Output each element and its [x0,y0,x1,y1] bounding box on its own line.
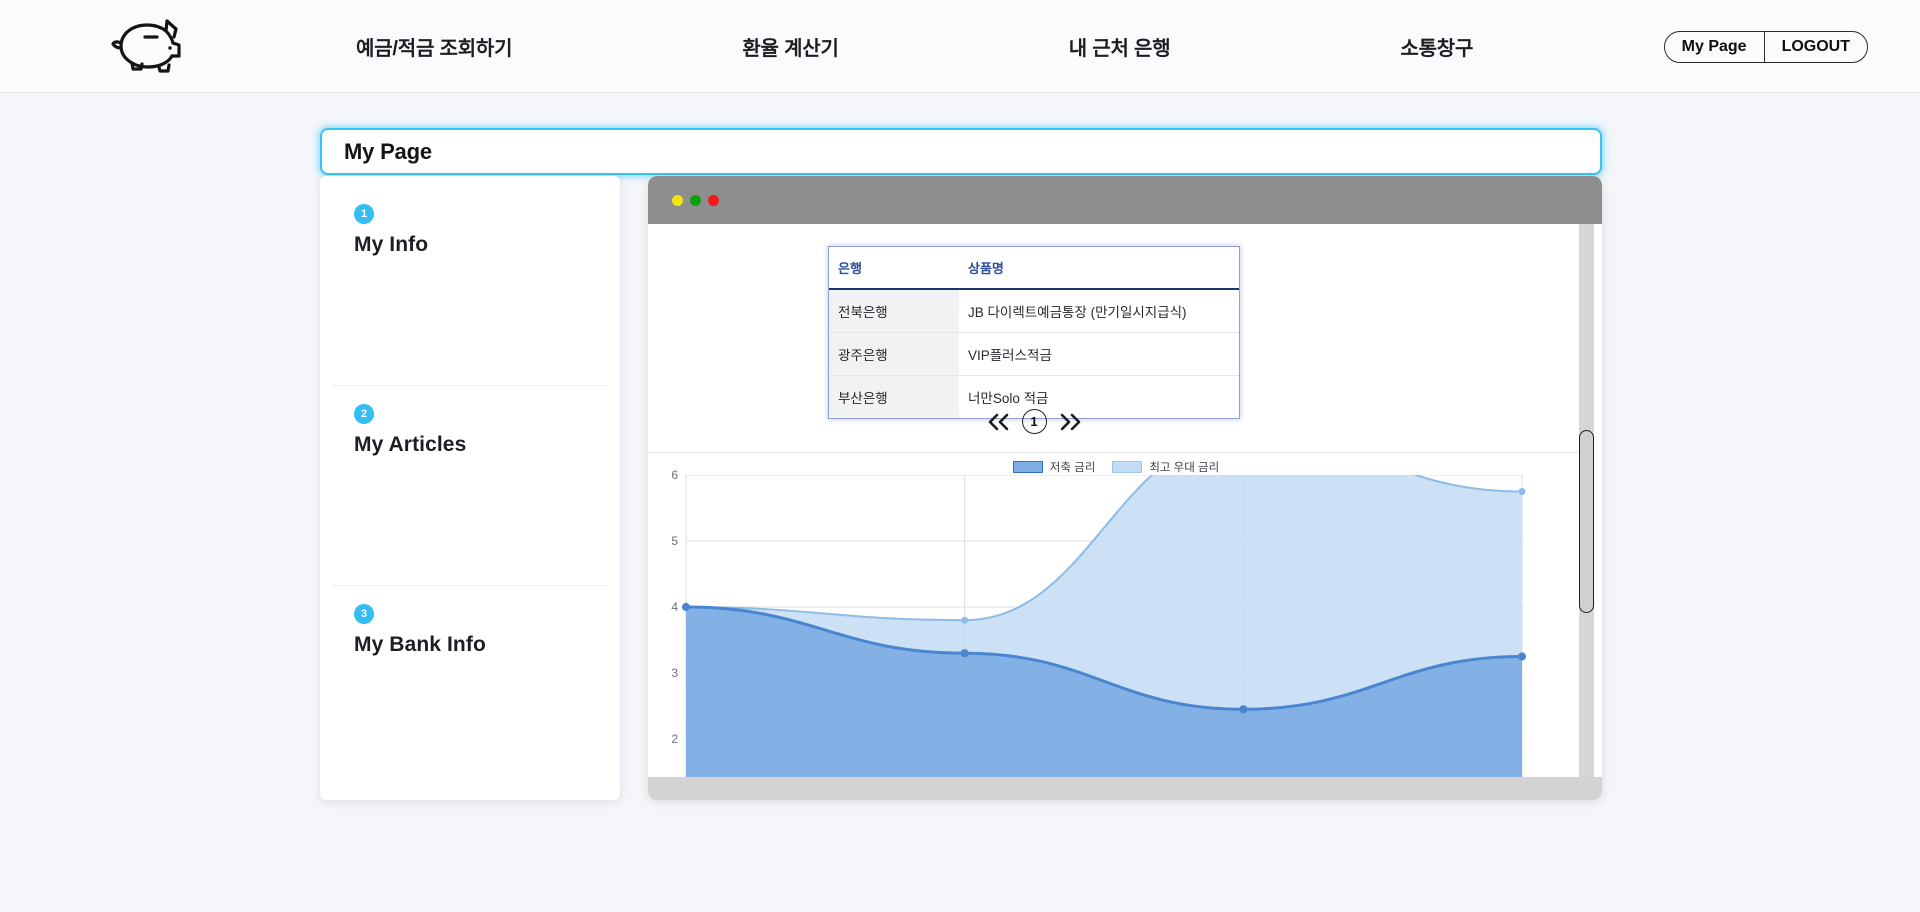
products-table: 은행 상품명 전북은행 JB 다이렉트예금통장 (만기일시지급식) 광주은행 V… [829,247,1239,418]
y-tick-label: 6 [671,468,678,482]
cell-bank: 전북은행 [829,289,959,333]
y-tick-label: 5 [671,534,678,548]
nav-link-exchange-calculator[interactable]: 환율 계산기 [742,32,839,61]
content-panel: 은행 상품명 전북은행 JB 다이렉트예금통장 (만기일시지급식) 광주은행 V… [648,176,1602,800]
top-navigation-bar: 예금/적금 조회하기 환율 계산기 내 근처 은행 소통창구 My Page L… [0,0,1920,93]
y-tick-label: 3 [671,666,678,680]
y-tick-label: 2 [671,732,678,746]
sidebar-item-my-bank-info[interactable]: 3 My Bank Info [332,586,608,786]
sidebar-item-my-articles[interactable]: 2 My Articles [332,386,608,586]
nav-link-community[interactable]: 소통창구 [1400,32,1473,61]
chart-plot-area: 6 5 4 3 2 [648,431,1584,777]
page-title-bar: My Page [320,128,1602,175]
panel-footer-bar [648,777,1602,800]
chart-svg [681,431,1527,777]
panel-vertical-scrollbar-thumb[interactable] [1579,430,1594,613]
panel-window-chrome [648,176,1602,224]
table-row[interactable]: 광주은행 VIP플러스적금 [829,332,1239,376]
double-chevron-left-icon[interactable] [985,411,1013,433]
page-title: My Page [344,138,432,164]
legend-item-savings[interactable]: 저축 금리 [1012,459,1096,475]
table-row[interactable]: 전북은행 JB 다이렉트예금통장 (만기일시지급식) [829,289,1239,333]
double-chevron-right-icon[interactable] [1056,411,1084,433]
products-table-container: 은행 상품명 전북은행 JB 다이렉트예금통장 (만기일시지급식) 광주은행 V… [828,246,1240,419]
table-header-bank: 은행 [829,247,959,290]
legend-label: 최고 우대 금리 [1149,462,1220,474]
nav-links: 예금/적금 조회하기 환율 계산기 내 근처 은행 소통창구 [300,0,1600,93]
my-page-button[interactable]: My Page [1665,32,1764,62]
sidebar-badge-1: 1 [354,204,374,224]
sidebar-item-label: My Bank Info [354,633,486,656]
sidebar-item-label: My Info [354,233,429,256]
window-minimize-dot-icon[interactable] [672,195,683,206]
sidebar-item-my-info[interactable]: 1 My Info [332,186,608,386]
sidebar-badge-2: 2 [354,404,374,424]
legend-swatch-savings-icon [1012,461,1043,473]
table-header-row: 은행 상품명 [829,247,1239,290]
panel-vertical-scrollbar-track[interactable] [1579,224,1594,777]
cell-bank: 광주은행 [829,332,959,376]
nav-link-deposit-search[interactable]: 예금/적금 조회하기 [356,32,513,61]
auth-button-group: My Page LOGOUT [1663,31,1868,63]
window-maximize-dot-icon[interactable] [690,195,701,206]
sidebar: 1 My Info 2 My Articles 3 My Bank Info [320,176,620,800]
sidebar-item-label: My Articles [354,433,467,456]
logout-button[interactable]: LOGOUT [1763,32,1867,62]
page-number-1[interactable]: 1 [1021,409,1047,434]
y-tick-label: 4 [671,600,678,614]
cell-product: VIP플러스적금 [959,332,1239,376]
table-header-product: 상품명 [959,247,1239,290]
chart-legend: 저축 금리 최고 우대 금리 [648,459,1584,475]
pagination: 1 [828,409,1240,434]
legend-item-premium[interactable]: 최고 우대 금리 [1112,459,1219,475]
piggy-bank-icon[interactable] [110,17,192,75]
sidebar-badge-3: 3 [354,604,374,624]
nav-link-nearby-banks[interactable]: 내 근처 은행 [1069,32,1171,61]
legend-swatch-premium-icon [1112,461,1143,473]
window-close-dot-icon[interactable] [708,195,719,206]
panel-body: 은행 상품명 전북은행 JB 다이렉트예금통장 (만기일시지급식) 광주은행 V… [648,224,1584,777]
legend-label: 저축 금리 [1049,462,1096,474]
cell-product: JB 다이렉트예금통장 (만기일시지급식) [959,289,1239,333]
interest-rate-chart: 저축 금리 최고 우대 금리 6 5 4 3 2 [648,431,1584,777]
